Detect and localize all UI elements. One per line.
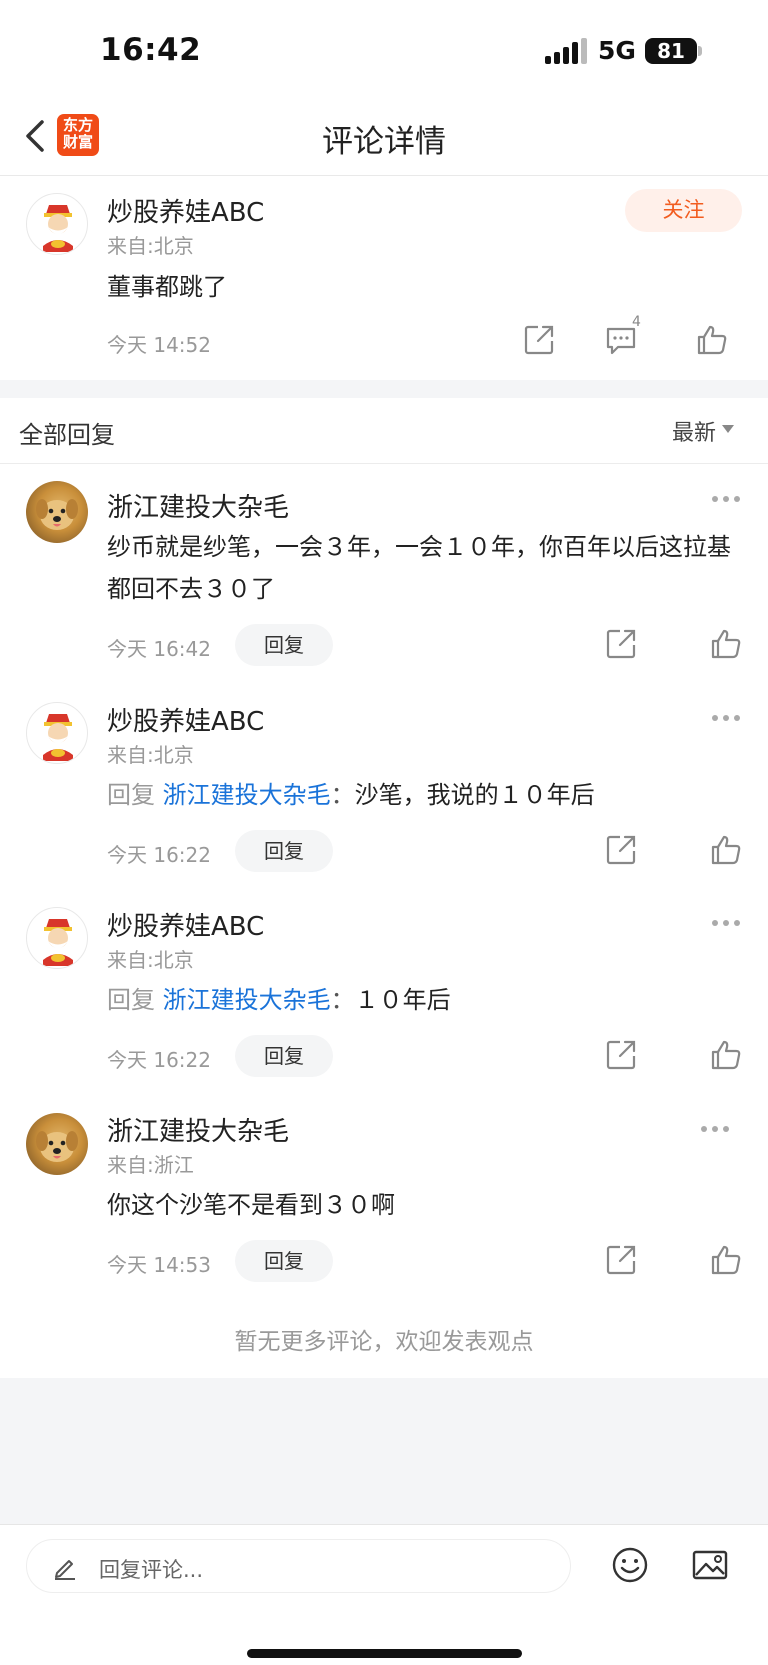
pencil-icon [55,1560,75,1580]
reply-time: 今天 16:22 [107,843,211,867]
share-icon[interactable] [604,1243,638,1277]
like-icon[interactable] [709,1243,743,1277]
like-icon[interactable] [695,323,729,357]
reply-username[interactable]: 炒股养娃ABC [107,906,264,943]
share-icon[interactable] [604,833,638,867]
like-icon[interactable] [709,627,743,661]
main-comment-content: 董事都跳了 [107,273,227,301]
reply-content: 回复 浙江建投大杂毛：沙笔，我说的１０年后 [107,774,737,816]
home-indicator [247,1649,522,1658]
main-comment-time: 今天 14:52 [107,333,211,357]
fortune-god-avatar-icon [43,919,73,966]
more-icon[interactable] [700,1124,730,1134]
follow-button[interactable]: 关注 [625,189,742,232]
mention-link[interactable]: 浙江建投大杂毛 [163,986,331,1014]
reply-location: 来自:北京 [107,743,194,767]
reply-button[interactable]: 回复 [235,624,333,666]
mention-link[interactable]: 浙江建投大杂毛 [163,781,331,809]
reply-text: １０年后 [354,986,451,1014]
battery-tip [698,46,702,56]
reply-button[interactable]: 回复 [235,1240,333,1282]
reply-content: 纱币就是纱笔，一会３年，一会１０年，你百年以后这拉基都回不去３０了 [107,533,731,603]
main-comment-location: 来自:北京 [107,234,194,258]
like-icon[interactable] [709,1038,743,1072]
emoji-icon[interactable] [610,1545,650,1585]
share-icon[interactable] [604,627,638,661]
dog-avatar-icon [36,1131,78,1162]
more-icon[interactable] [711,918,741,928]
dog-avatar-icon [36,499,78,530]
reply-username[interactable]: 浙江建投大杂毛 [107,1111,289,1148]
no-more-comments-note: 暂无更多评论，欢迎发表观点 [234,1329,534,1355]
reply-prefix: 回复 [107,986,155,1014]
reply-separator: ： [330,986,355,1014]
signal-icon [545,38,587,64]
reply-button[interactable]: 回复 [235,1035,333,1077]
reply-text: 沙笔，我说的１０年后 [354,781,595,809]
status-bar: 16:42 5G 81 [0,0,768,100]
reply-time: 今天 14:53 [107,1253,211,1277]
avatar[interactable] [26,193,88,255]
reply-time: 今天 16:22 [107,1048,211,1072]
bottom-bar: 回复评论... [0,1524,768,1665]
reply-separator: ： [330,781,355,809]
nav-bar: 东方 财富 评论详情 [0,100,768,176]
replies-header: 全部回复 最新 [0,398,768,464]
share-icon[interactable] [522,323,556,357]
reply-username[interactable]: 炒股养娃ABC [107,701,264,738]
fortune-god-avatar-icon [43,205,73,252]
reply-time: 今天 16:42 [107,637,211,661]
image-icon[interactable] [690,1545,730,1585]
avatar[interactable] [26,702,88,764]
reply-content: 回复 浙江建投大杂毛：１０年后 [107,979,737,1021]
status-time: 16:42 [100,32,202,68]
fortune-god-avatar-icon [43,714,73,761]
network-label: 5G [598,36,636,65]
replies-title: 全部回复 [19,421,115,449]
battery-indicator: 81 [645,38,697,64]
reply-location: 来自:浙江 [107,1153,194,1177]
reply-username[interactable]: 浙江建投大杂毛 [107,487,289,524]
sort-dropdown[interactable]: 最新 [672,415,716,447]
more-icon[interactable] [711,494,741,504]
reply-button[interactable]: 回复 [235,830,333,872]
more-icon[interactable] [711,713,741,723]
page-title: 评论详情 [322,124,446,160]
avatar[interactable] [26,1113,88,1175]
reply-location: 来自:北京 [107,948,194,972]
caret-down-icon[interactable] [722,425,734,433]
comment-count-badge: 4 [632,314,641,330]
reply-comment-input[interactable]: 回复评论... [26,1539,571,1593]
avatar[interactable] [26,481,88,543]
like-icon[interactable] [709,833,743,867]
share-icon[interactable] [604,1038,638,1072]
reply-prefix: 回复 [107,781,155,809]
reply-content: 你这个沙笔不是看到３０啊 [107,1191,395,1219]
avatar[interactable] [26,907,88,969]
main-comment-username[interactable]: 炒股养娃ABC [107,192,264,229]
reply-input-placeholder: 回复评论... [99,1558,204,1582]
